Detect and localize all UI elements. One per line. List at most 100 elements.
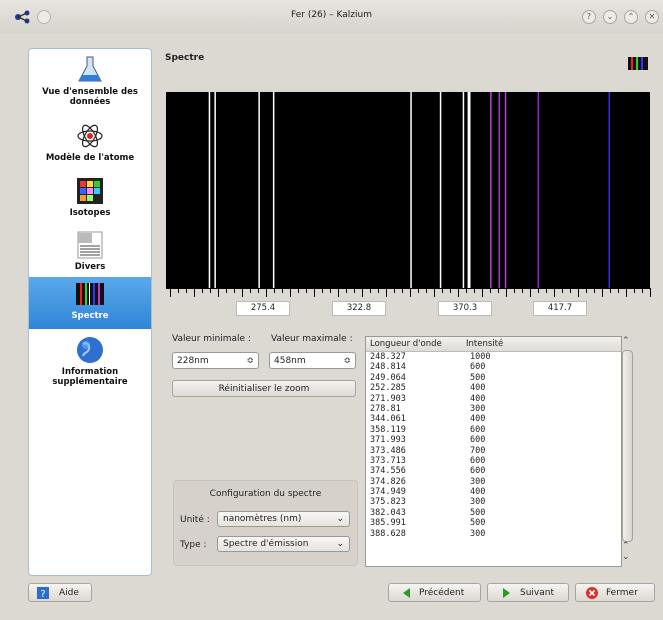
table-scrollbar[interactable]: ⌃ ⌃ ⌄ (620, 336, 634, 565)
table-row[interactable]: 248.814 600 (366, 362, 621, 372)
scrollbar-thumb[interactable] (622, 350, 633, 542)
ruler-tick (474, 288, 475, 293)
spectral-line (208, 92, 211, 288)
close-button[interactable]: Fermer (575, 583, 655, 602)
wavelength-cell: 373.713 (370, 455, 406, 466)
sidebar-item-more-info[interactable]: Information supplémentaire (29, 335, 151, 391)
ruler-tick (466, 288, 467, 293)
ruler-tick (530, 288, 531, 297)
unit-select[interactable]: nanomètres (nm) ⌄ (217, 511, 350, 527)
misc-icon (77, 231, 103, 259)
spectral-line (410, 92, 412, 288)
ruler-tick (202, 288, 203, 293)
table-row[interactable]: 248.327 1000 (366, 352, 621, 362)
min-value-spinbox[interactable]: 228nm ≎ (172, 352, 259, 369)
sidebar-item-label: Divers (74, 262, 106, 272)
type-select[interactable]: Spectre d'émission ⌄ (217, 536, 350, 552)
sidebar-item-label: Modèle de l'atome (45, 153, 135, 163)
ruler-tick (354, 288, 355, 293)
wavelength-cell: 248.814 (370, 362, 406, 373)
spin-arrows-icon[interactable]: ≎ (343, 353, 351, 370)
spectral-line (504, 92, 507, 288)
ruler-tick (298, 288, 299, 293)
table-row[interactable]: 374.826 300 (366, 477, 621, 487)
page-title: Spectre (165, 53, 205, 63)
scroll-up-icon[interactable]: ⌃ (622, 336, 630, 346)
ruler-tick (458, 288, 459, 297)
ruler-tick (538, 288, 539, 293)
table-row[interactable]: 278.81 300 (366, 404, 621, 414)
table-row[interactable]: 385.991 500 (366, 518, 621, 528)
intensity-cell: 600 (470, 435, 486, 446)
sidebar-item-misc[interactable]: Divers (29, 230, 151, 280)
close-icon (586, 587, 598, 599)
ruler-tick (306, 288, 307, 293)
ruler-tick (450, 288, 451, 293)
table-row[interactable]: 358.119 600 (366, 425, 621, 435)
wavelength-cell: 374.949 (370, 487, 406, 498)
spectral-line (467, 92, 470, 288)
column-header-wavelength[interactable]: Longueur d'onde (370, 337, 442, 351)
max-value-text: 458nm (274, 356, 306, 366)
sidebar-item-atom-model[interactable]: Modèle de l'atome (29, 121, 151, 171)
chevron-down-icon: ⌄ (336, 514, 344, 524)
table-row[interactable]: 382.043 500 (366, 508, 621, 518)
sidebar-item-label: Spectre (71, 311, 109, 321)
table-rows: 248.327 1000 248.814 600 249.064 500 252.285 40… (366, 352, 621, 539)
svg-text:?: ? (40, 589, 45, 599)
title-bar[interactable]: Fer (26) – Kalzium ? ⌄ ⌃ ✕ (0, 0, 663, 34)
ruler-tick (626, 288, 627, 297)
intensity-cell: 600 (470, 424, 486, 435)
table-row[interactable]: 252.285 400 (366, 383, 621, 393)
minimize-button[interactable]: ⌄ (603, 10, 617, 24)
ruler-tick (274, 288, 275, 293)
ruler-tick (418, 288, 419, 293)
isotopes-icon (77, 178, 103, 204)
ruler-tick (554, 288, 555, 297)
spin-arrows-icon[interactable]: ≎ (246, 353, 254, 370)
next-button[interactable]: Suivant (487, 583, 569, 602)
table-row[interactable]: 374.556 600 (366, 466, 621, 476)
spectrum-lines-table[interactable]: Longueur d'onde Intensité 248.327 1000 248… (365, 336, 622, 567)
ruler-tick (642, 288, 643, 293)
table-row[interactable]: 388.628 300 (366, 529, 621, 539)
kalzium-window: Fer (26) – Kalzium ? ⌄ ⌃ ✕ Vue d'ensembl… (0, 0, 663, 620)
help-button[interactable]: ? Aide (28, 583, 92, 602)
table-row[interactable]: 271.903 400 (366, 394, 621, 404)
spectrum-config-group: Configuration du spectre Unité : nanomèt… (173, 480, 358, 566)
intensity-cell: 300 (470, 476, 486, 487)
ruler-tick (498, 288, 499, 293)
spectrum-view[interactable] (166, 92, 650, 288)
spectral-line (469, 92, 471, 288)
intensity-cell: 400 (470, 383, 486, 394)
ruler-tick (490, 288, 491, 293)
help-window-button[interactable]: ? (582, 10, 596, 24)
intensity-cell: 1000 (470, 352, 491, 362)
sidebar-item-overview[interactable]: Vue d'ensemble des données (29, 55, 151, 115)
ruler-tick (442, 288, 443, 293)
table-row[interactable]: 373.486 700 (366, 446, 621, 456)
scroll-down-icon[interactable]: ⌄ (622, 552, 630, 562)
wavelength-cell: 373.486 (370, 445, 406, 456)
type-label: Type : (180, 540, 207, 550)
wavelength-cell: 278.81 (370, 403, 401, 414)
ruler-tick (370, 288, 371, 293)
scroll-up-icon[interactable]: ⌃ (622, 541, 630, 551)
table-row[interactable]: 375.823 300 (366, 497, 621, 507)
table-row[interactable]: 371.993 600 (366, 435, 621, 445)
spectral-line (608, 92, 610, 288)
max-value-spinbox[interactable]: 458nm ≎ (269, 352, 356, 369)
close-window-button[interactable]: ✕ (645, 10, 659, 24)
maximize-button[interactable]: ⌃ (624, 10, 638, 24)
spectral-line (272, 92, 275, 288)
reset-zoom-button[interactable]: Réinitialiser le zoom (172, 380, 356, 397)
ruler-tick (282, 288, 283, 293)
table-row[interactable]: 249.064 500 (366, 373, 621, 383)
sidebar-item-isotopes[interactable]: Isotopes (29, 176, 151, 226)
table-row[interactable]: 344.061 400 (366, 414, 621, 424)
column-header-intensity[interactable]: Intensité (466, 337, 503, 351)
sidebar-item-spectrum[interactable]: Spectre (29, 277, 151, 329)
table-row[interactable]: 374.949 400 (366, 487, 621, 497)
previous-button[interactable]: Précédent (388, 583, 481, 602)
table-row[interactable]: 373.713 600 (366, 456, 621, 466)
